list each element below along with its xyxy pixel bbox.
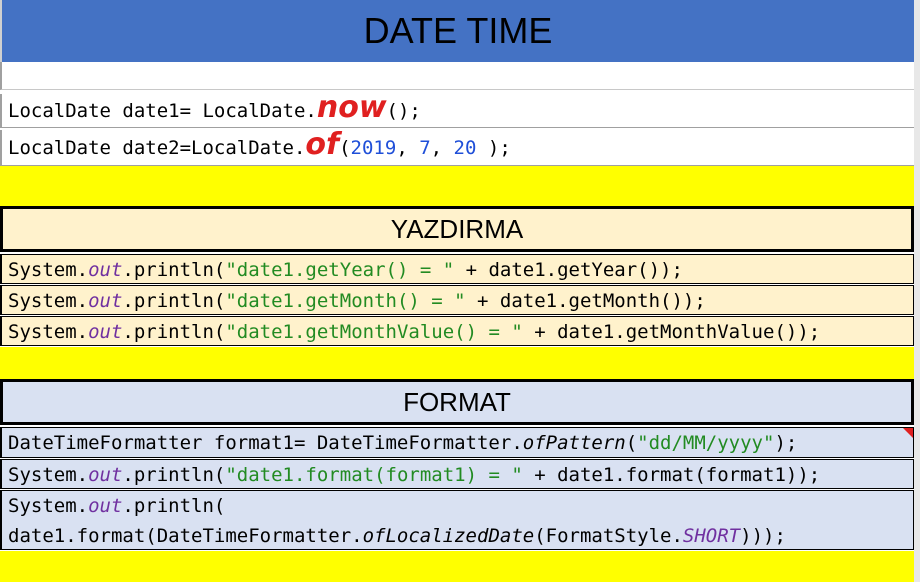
code-text: LocalDate date1= LocalDate. [8,100,317,122]
window-edge [914,0,920,582]
code-line-getmonthvalue[interactable]: System.out.println("date1.getMonthValue(… [0,316,914,346]
yellow-spacer[interactable] [0,551,914,582]
code-line-ofpattern[interactable]: DateTimeFormatter format1= DateTimeForma… [0,427,914,458]
static-out: out [88,495,123,517]
title-cell[interactable]: DATE TIME [0,0,914,62]
code-text: ))); [740,525,786,547]
section-title: FORMAT [403,386,511,417]
yazdirma-header[interactable]: YAZDIRMA [0,206,914,252]
number-day: 20 [453,137,477,159]
code-line-localized[interactable]: System.out.println( date1.format(DateTim… [0,490,914,550]
code-text: ); [476,137,511,159]
code-line-date1[interactable]: LocalDate date1= LocalDate.now(); [0,93,914,128]
code-text: System. [8,321,89,343]
code-text: (FormatStyle. [534,525,683,547]
comment-indicator-icon[interactable] [903,428,913,438]
code-text: System. [8,495,89,517]
code-text: ( [339,137,351,159]
string-literal: "date1.format(format1) = " [225,464,523,486]
code-text: ); [774,432,798,454]
yellow-spacer[interactable] [0,166,914,206]
constant-short: SHORT [682,525,741,547]
string-literal: "date1.getMonth() = " [225,290,466,312]
static-out: out [88,321,123,343]
static-out: out [88,464,123,486]
code-text: .println( [122,290,226,312]
spreadsheet: DATE TIME LocalDate date1= LocalDate.now… [0,0,914,582]
static-out: out [88,290,123,312]
code-text: System. [8,259,89,281]
code-text: + date1.getYear()); [454,259,683,281]
code-text: + date1.getMonth()); [465,290,706,312]
code-text: .println( [122,464,226,486]
code-text: date1.format(DateTimeFormatter. [8,525,363,547]
code-text: .println( [122,259,226,281]
string-literal: "dd/MM/yyyy" [637,432,775,454]
code-text: , [396,137,420,159]
code-text: .println( [122,321,226,343]
page-title: DATE TIME [363,10,553,51]
code-text: + date1.getMonthValue()); [522,321,821,343]
number-year: 2019 [350,137,397,159]
code-text: LocalDate date2=LocalDate. [8,137,306,159]
method-oflocalizeddate: ofLocalizedDate [362,525,535,547]
string-literal: "date1.getMonthValue() = " [225,321,523,343]
method-ofpattern: ofPattern [522,432,626,454]
code-text: .println( [122,495,226,517]
code-text: + date1.format(format1)); [522,464,821,486]
code-text: System. [8,290,89,312]
number-month: 7 [419,137,431,159]
code-text: ( [625,432,638,454]
static-out: out [88,259,123,281]
code-line-getmonth[interactable]: System.out.println("date1.getMonth() = "… [0,285,914,315]
code-text: , [430,137,454,159]
code-text: (); [386,100,421,122]
section-title: YAZDIRMA [390,213,524,244]
format-header[interactable]: FORMAT [0,379,914,425]
code-text: System. [8,464,89,486]
code-line-date2[interactable]: LocalDate date2=LocalDate.of(2019, 7, 20… [0,130,914,166]
yellow-spacer[interactable] [0,347,914,379]
empty-cell[interactable] [0,62,914,90]
method-of: of [305,127,340,162]
method-now: now [316,90,387,125]
string-literal: "date1.getYear() = " [225,259,455,281]
code-line-format1[interactable]: System.out.println("date1.format(format1… [0,459,914,489]
code-text: DateTimeFormatter format1= DateTimeForma… [8,432,523,454]
code-line-getyear[interactable]: System.out.println("date1.getYear() = " … [0,254,914,284]
